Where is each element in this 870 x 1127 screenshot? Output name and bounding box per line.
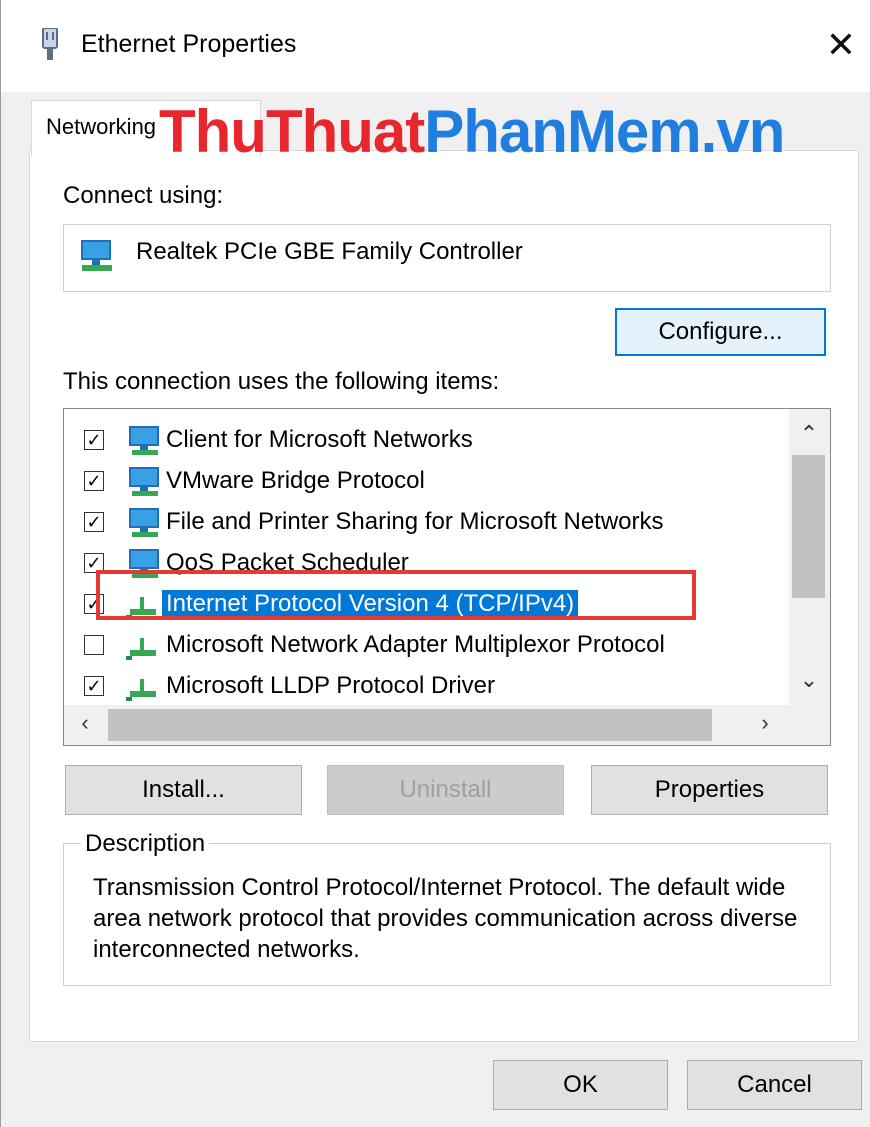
- description-legend: Description: [81, 830, 210, 858]
- network-service-icon: [129, 467, 159, 496]
- item-checkbox[interactable]: [84, 635, 104, 655]
- description-text: Transmission Control Protocol/Internet P…: [93, 874, 798, 963]
- list-item[interactable]: ✓ Microsoft LLDP Protocol Driver: [64, 667, 789, 707]
- uninstall-button[interactable]: Uninstall: [327, 765, 564, 815]
- list-item-label: VMware Bridge Protocol: [166, 467, 425, 494]
- list-item[interactable]: ✓ VMware Bridge Protocol: [64, 462, 789, 502]
- watermark-logo: ThuThuatPhanMem.vn: [159, 98, 786, 165]
- network-service-icon: [129, 508, 159, 537]
- tab-networking-label: Networking: [46, 114, 157, 139]
- scroll-up-icon[interactable]: ⌃: [794, 421, 824, 447]
- item-checkbox[interactable]: ✓: [84, 512, 104, 532]
- ethernet-properties-dialog: Ethernet Properties ✕ Networking ThuThua…: [0, 0, 870, 1127]
- scroll-left-icon[interactable]: ‹: [70, 710, 100, 736]
- list-item-label: File and Printer Sharing for Microsoft N…: [166, 508, 664, 535]
- watermark-part2: PhanMem: [424, 98, 701, 165]
- adapter-name: Realtek PCIe GBE Family Controller: [136, 238, 523, 265]
- list-item[interactable]: Microsoft Network Adapter Multiplexor Pr…: [64, 626, 789, 666]
- item-checkbox[interactable]: ✓: [84, 471, 104, 491]
- install-button[interactable]: Install...: [65, 765, 302, 815]
- scroll-down-icon[interactable]: ⌄: [794, 667, 824, 693]
- item-checkbox[interactable]: ✓: [84, 676, 104, 696]
- close-button[interactable]: ✕: [816, 22, 866, 72]
- network-protocol-icon: [126, 638, 156, 660]
- item-checkbox[interactable]: ✓: [84, 430, 104, 450]
- horizontal-scroll-thumb[interactable]: [108, 709, 712, 741]
- annotation-highlight-box: [96, 570, 696, 620]
- list-item-label: Microsoft Network Adapter Multiplexor Pr…: [166, 631, 665, 658]
- window-title: Ethernet Properties: [81, 30, 297, 58]
- items-label: This connection uses the following items…: [63, 368, 500, 395]
- list-item[interactable]: ✓ File and Printer Sharing for Microsoft …: [64, 503, 789, 543]
- vertical-scroll-thumb[interactable]: [792, 455, 825, 598]
- ok-button[interactable]: OK: [493, 1060, 668, 1110]
- network-client-icon: [129, 426, 159, 455]
- scroll-right-icon[interactable]: ›: [750, 710, 780, 736]
- network-protocol-icon: [126, 679, 156, 701]
- ethernet-connector-icon: [42, 28, 58, 60]
- list-item-label: Microsoft LLDP Protocol Driver: [166, 672, 495, 699]
- list-item[interactable]: ✓ Client for Microsoft Networks: [64, 421, 789, 461]
- list-item-label: Client for Microsoft Networks: [166, 426, 473, 453]
- title-bar: Ethernet Properties ✕: [1, 0, 870, 92]
- connect-using-label: Connect using:: [63, 182, 224, 209]
- properties-button[interactable]: Properties: [591, 765, 828, 815]
- cancel-button[interactable]: Cancel: [687, 1060, 862, 1110]
- watermark-part3: .vn: [700, 98, 786, 165]
- adapter-field: Realtek PCIe GBE Family Controller: [63, 224, 831, 292]
- network-adapter-icon: [81, 240, 112, 271]
- configure-button[interactable]: Configure...: [615, 308, 826, 356]
- watermark-part1: ThuThuat: [159, 98, 425, 165]
- horizontal-scrollbar[interactable]: ‹ ›: [64, 705, 830, 745]
- vertical-scrollbar[interactable]: ⌃ ⌄: [789, 409, 830, 707]
